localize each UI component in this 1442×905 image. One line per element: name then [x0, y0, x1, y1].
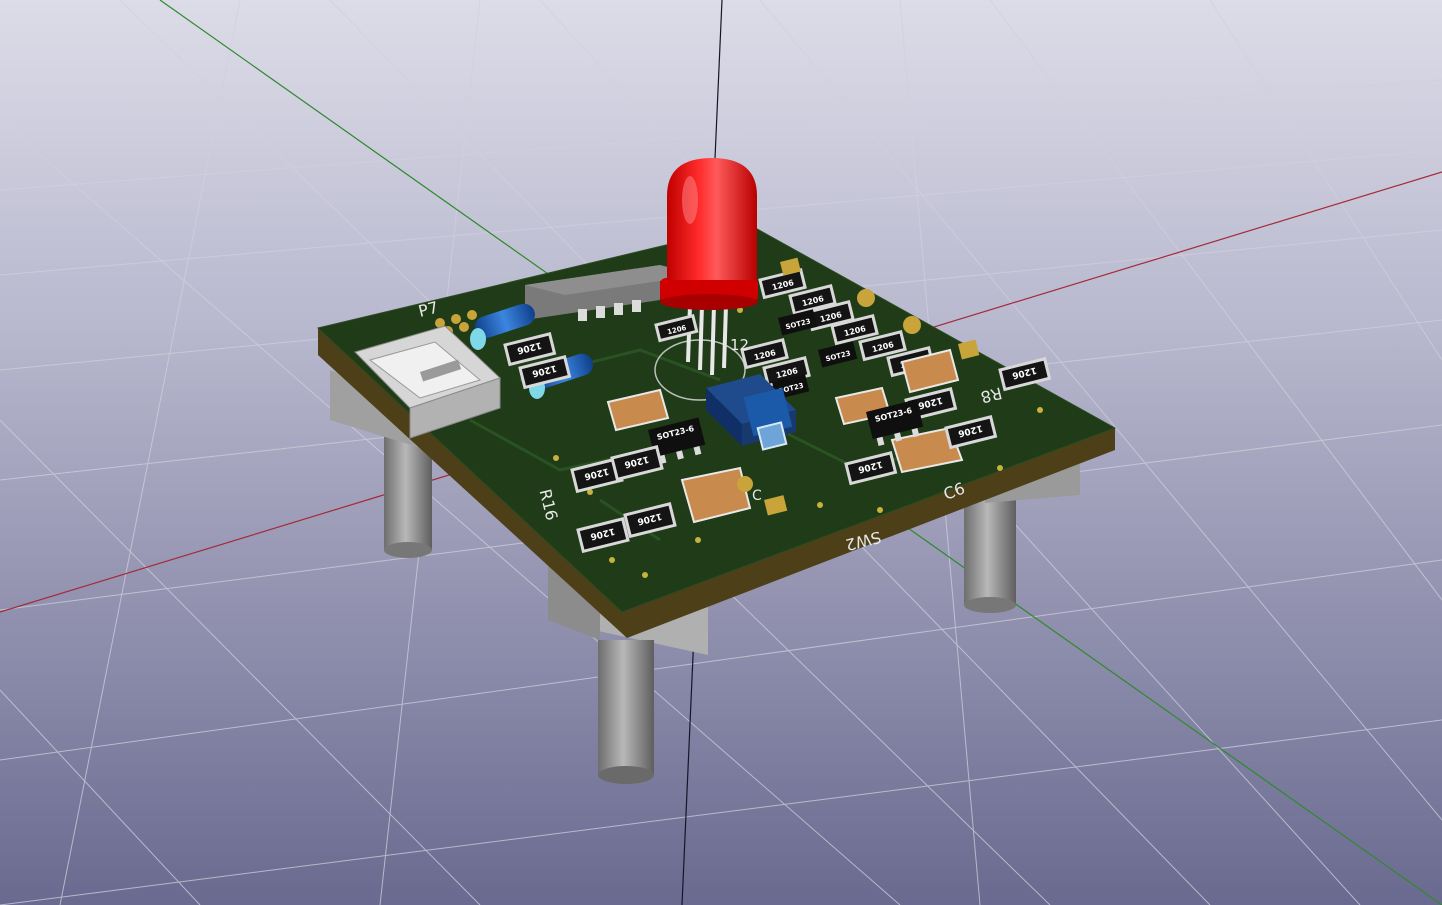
silk-c: C: [752, 488, 762, 504]
red-led: [660, 158, 758, 310]
silk-d12: 12: [730, 336, 749, 354]
3d-viewer-canvas[interactable]: P7 1206 1206 1206 1206 1206 1206 1206 12…: [0, 0, 1442, 905]
